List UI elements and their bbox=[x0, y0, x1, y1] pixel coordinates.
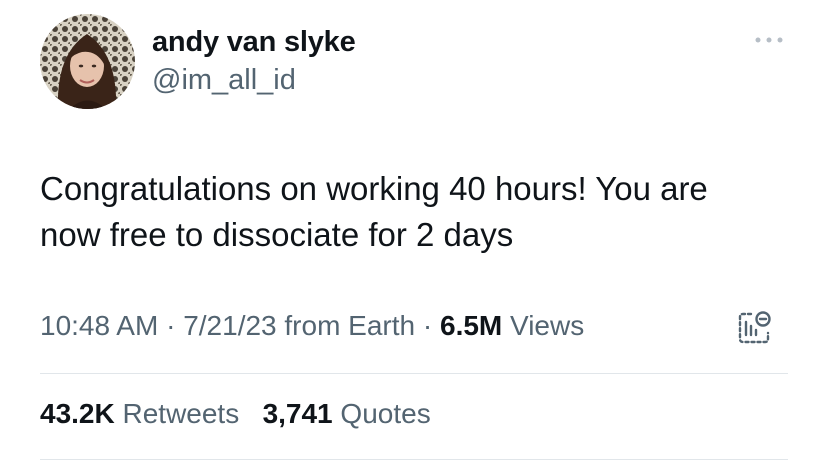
tweet-date[interactable]: 7/21/23 bbox=[183, 310, 276, 341]
tweet-source: from Earth bbox=[276, 310, 416, 341]
analytics-icon[interactable] bbox=[735, 308, 775, 348]
retweets-label: Retweets bbox=[114, 398, 240, 429]
retweets-stat[interactable]: 43.2K Retweets bbox=[40, 398, 239, 429]
divider bbox=[40, 459, 788, 460]
avatar[interactable] bbox=[40, 14, 135, 109]
meta-separator: · bbox=[158, 310, 184, 341]
quotes-stat[interactable]: 3,741 Quotes bbox=[263, 398, 431, 429]
tweet-meta: 10:48 AM · 7/21/23 from Earth · 6.5M Vie… bbox=[40, 310, 584, 342]
more-dots-icon[interactable] bbox=[752, 30, 786, 50]
retweets-count: 43.2K bbox=[40, 398, 115, 429]
views-label: Views bbox=[502, 310, 585, 341]
meta-separator: · bbox=[415, 310, 440, 341]
quotes-count: 3,741 bbox=[262, 398, 333, 429]
author-handle[interactable]: @im_all_id bbox=[152, 64, 296, 97]
views-count: 6.5M bbox=[440, 310, 503, 341]
tweet-stats: 43.2K Retweets 3,741 Quotes bbox=[40, 398, 431, 430]
tweet-time[interactable]: 10:48 AM bbox=[40, 310, 158, 341]
avatar-image bbox=[40, 14, 135, 109]
author-name[interactable]: andy van slyke bbox=[152, 26, 356, 59]
tweet-card: andy van slyke @im_all_id Congratulation… bbox=[0, 0, 828, 462]
divider bbox=[40, 373, 788, 374]
tweet-text: Congratulations on working 40 hours! You… bbox=[40, 170, 708, 253]
quotes-label: Quotes bbox=[332, 398, 431, 429]
